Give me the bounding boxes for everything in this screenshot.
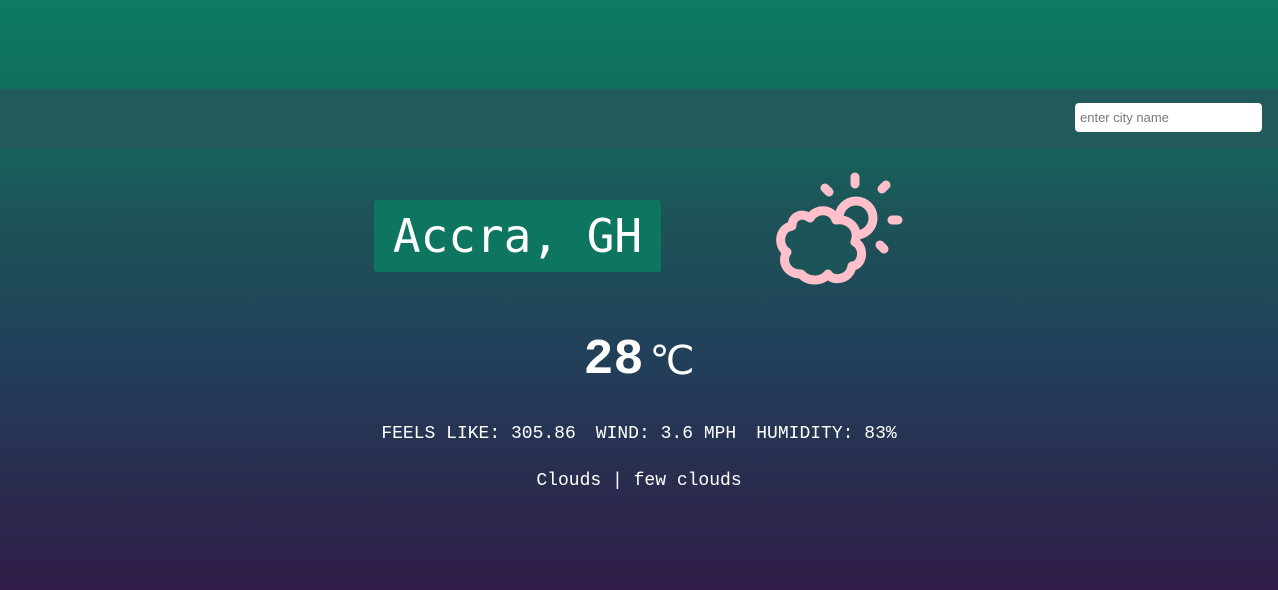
weather-details: FEELS LIKE: 305.86 WIND: 3.6 MPH HUMIDITY:… xyxy=(0,424,1278,444)
city-search-input[interactable] xyxy=(1075,103,1262,132)
search-bar xyxy=(0,89,1278,149)
wind-label: WIND: xyxy=(595,424,650,444)
city-name: Accra, GH xyxy=(392,209,643,263)
header-band xyxy=(0,0,1278,89)
temperature-display: 28 ℃ xyxy=(0,332,1278,389)
partly-cloudy-icon xyxy=(776,172,903,285)
temperature-unit: ℃ xyxy=(649,337,695,384)
wind-value: 3.6 MPH xyxy=(660,424,737,444)
condition-description: few clouds xyxy=(633,471,742,491)
feels-like-value: 305.86 xyxy=(510,424,576,444)
condition-separator: | xyxy=(611,471,623,491)
humidity-label: HUMIDITY: xyxy=(756,424,854,444)
weather-condition: Clouds | few clouds xyxy=(0,471,1278,491)
city-card: Accra, GH xyxy=(374,200,661,272)
temperature-value: 28 xyxy=(583,332,644,389)
condition-main: Clouds xyxy=(536,471,602,491)
humidity-value: 83% xyxy=(864,424,897,444)
feels-like-label: FEELS LIKE: xyxy=(381,424,501,444)
